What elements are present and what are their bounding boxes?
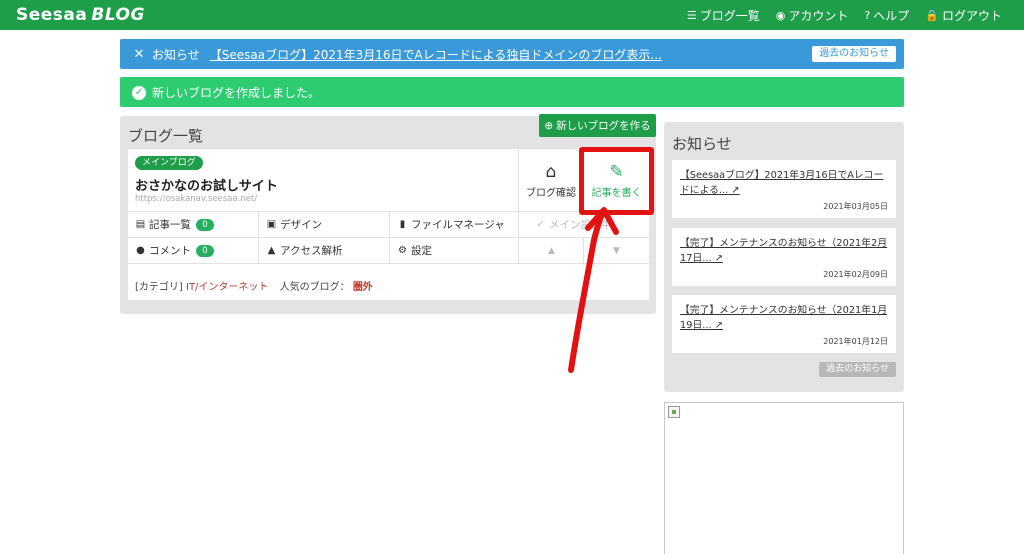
new-blog-button[interactable]: ⊕ 新しいブログを作る: [539, 114, 656, 137]
seesaa-blog-logo[interactable]: Seesaa BLOG: [16, 5, 145, 25]
article-count-badge: 0: [196, 218, 214, 231]
notice-item: 【Seesaaブログ】2021年3月16日でAレコードによる... ↗ 2021…: [672, 160, 896, 218]
notice-date: 2021年03月05日: [823, 202, 888, 211]
blog-card: メインブログ おさかなのお試しサイト https://osakanav.sees…: [128, 149, 649, 300]
info-alert-label: お知らせ: [152, 47, 200, 62]
category-line: [カテゴリ] IT/インターネット 人気のブログ： 圏外: [135, 282, 373, 293]
settings-link[interactable]: ⚙ 設定: [390, 238, 518, 263]
ad-image-frame: [664, 402, 904, 554]
book-icon: ▤: [135, 219, 146, 230]
blog-url[interactable]: https://osakanav.seesaa.net/: [135, 194, 257, 204]
notice-link[interactable]: 【完了】メンテナンスのお知らせ（2021年1月19日... ↗: [680, 303, 888, 333]
gear-icon: ⚙: [398, 245, 407, 256]
notice-date: 2021年01月12日: [823, 337, 888, 346]
notices-sidebar: お知らせ 【Seesaaブログ】2021年3月16日でAレコードによる... ↗…: [664, 122, 904, 392]
design-link[interactable]: ▣ デザイン: [259, 212, 389, 237]
category-link[interactable]: IT/インターネット: [186, 282, 268, 293]
close-icon[interactable]: ✕: [132, 47, 146, 62]
nav-logout[interactable]: 🔒 ログアウト: [925, 7, 1002, 24]
blog-list-title: ブログ一覧: [128, 127, 204, 145]
lock-icon: 🔒: [925, 8, 939, 22]
check-circle-icon: ✓: [132, 85, 146, 100]
triangle-up-icon: ▲: [548, 245, 555, 256]
comments-link[interactable]: ● コメント 0: [128, 238, 258, 263]
notice-date: 2021年02月09日: [823, 270, 888, 279]
view-blog-button[interactable]: ⌂ ブログ確認: [519, 149, 583, 211]
nav-help[interactable]: ? ヘルプ: [864, 7, 909, 24]
plus-circle-icon: ⊕: [544, 119, 554, 132]
external-link-icon: ↗: [711, 320, 723, 331]
file-manager-link[interactable]: ▮ ファイルマネージャ: [390, 212, 518, 237]
file-icon: ▮: [399, 219, 406, 230]
popular-rank: 圏外: [352, 282, 373, 293]
home-icon: ⌂: [545, 161, 557, 182]
check-icon: ✓: [536, 219, 545, 230]
broken-image-icon: [668, 406, 680, 418]
main-blog-badge: メインブログ: [135, 156, 203, 170]
comment-icon: ●: [136, 245, 145, 256]
past-notices-button[interactable]: 過去のお知らせ: [812, 46, 896, 62]
access-analytics-link[interactable]: ▲ アクセス解析: [259, 238, 389, 263]
blog-actions-row-1: ▤ 記事一覧 0 ▣ デザイン ▮ ファイルマネージャ ✓ メイン設定中: [128, 211, 649, 237]
top-navbar: Seesaa BLOG ☰ ブログ一覧 ◉ アカウント ? ヘルプ 🔒 ログアウト: [0, 0, 1024, 30]
move-up-button[interactable]: ▲: [519, 238, 584, 263]
external-link-icon: ↗: [711, 253, 723, 264]
blog-actions-row-2: ● コメント 0 ▲ アクセス解析 ⚙ 設定 ▲ ▼: [128, 237, 649, 263]
external-link-icon: ↗: [728, 185, 740, 196]
notices-title: お知らせ: [672, 135, 732, 153]
article-list-link[interactable]: ▤ 記事一覧 0: [128, 212, 258, 237]
nav-account[interactable]: ◉ アカウント: [776, 7, 849, 24]
info-alert: ✕ お知らせ 【Seesaaブログ】2021年3月16日でAレコードによる独自ド…: [120, 39, 904, 69]
help-icon: ?: [864, 8, 871, 22]
list-icon: ☰: [686, 8, 697, 22]
notice-item: 【完了】メンテナンスのお知らせ（2021年2月17日... ↗ 2021年02月…: [672, 228, 896, 286]
annotation-highlight-box: [579, 147, 654, 215]
account-icon: ◉: [775, 8, 786, 22]
logo-sub-text: BLOG: [91, 5, 145, 25]
blog-name[interactable]: おさかなのお試しサイト: [135, 175, 278, 194]
nav-blog-list[interactable]: ☰ ブログ一覧: [687, 7, 760, 24]
chart-icon: ▲: [267, 245, 276, 256]
move-down-button[interactable]: ▼: [584, 238, 649, 263]
success-message: 新しいブログを作成しました。: [152, 85, 321, 100]
notice-link[interactable]: 【Seesaaブログ】2021年3月16日でAレコードによる... ↗: [680, 168, 888, 198]
top-nav-menu: ☰ ブログ一覧 ◉ アカウント ? ヘルプ 🔒 ログアウト: [687, 0, 1002, 30]
main-setting-status: ✓ メイン設定中: [536, 219, 612, 231]
notice-link[interactable]: 【完了】メンテナンスのお知らせ（2021年2月17日... ↗: [680, 236, 888, 266]
info-alert-link[interactable]: 【Seesaaブログ】2021年3月16日でAレコードによる独自ドメインのブログ…: [210, 46, 662, 63]
success-alert: ✓ 新しいブログを作成しました。: [120, 77, 904, 107]
logo-text: Seesaa: [16, 5, 88, 25]
image-icon: ▣: [266, 219, 277, 230]
triangle-down-icon: ▼: [613, 245, 620, 256]
notice-item: 【完了】メンテナンスのお知らせ（2021年1月19日... ↗ 2021年01月…: [672, 295, 896, 353]
comment-count-badge: 0: [196, 244, 214, 257]
sidebar-past-notices-button[interactable]: 過去のお知らせ: [819, 362, 896, 377]
